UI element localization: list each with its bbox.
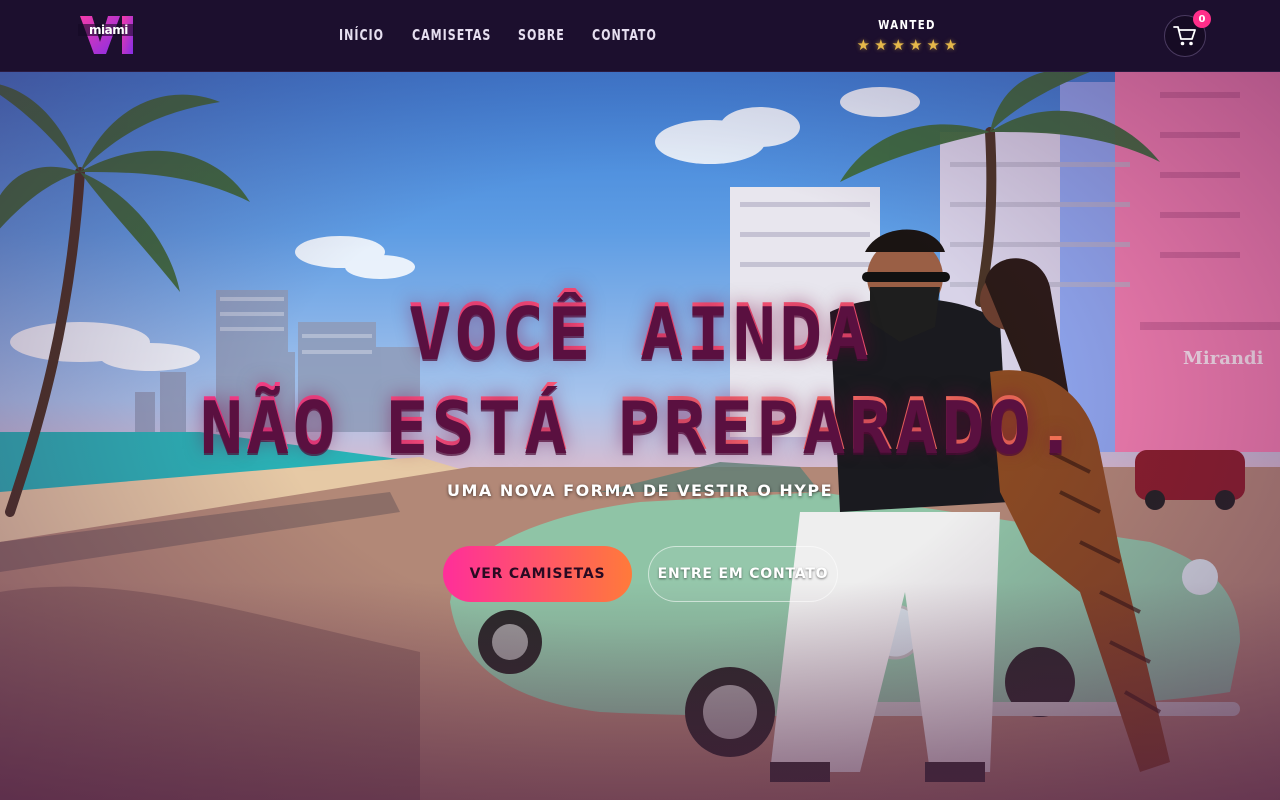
hero-title-line2: NÃO ESTÁ PREPARADO. (0, 382, 1280, 466)
wanted-label: WANTED (878, 18, 936, 32)
star-icon: ★ (891, 36, 905, 54)
main-nav: INÍCIO CAMISETAS SOBRE CONTATO (339, 26, 685, 44)
nav-sobre[interactable]: SOBRE (518, 26, 564, 44)
logo-text: miami (89, 23, 128, 37)
view-shirts-label: VER CAMISETAS (469, 566, 606, 582)
site-header: miami INÍCIO CAMISETAS SOBRE CONTATO WAN… (0, 0, 1280, 72)
nav-camisetas[interactable]: CAMISETAS (412, 26, 490, 44)
cart-count-badge: 0 (1193, 10, 1211, 28)
star-icon: ★ (909, 36, 923, 54)
star-icon: ★ (926, 36, 940, 54)
wanted-level: WANTED ★ ★ ★ ★ ★ ★ (846, 18, 968, 53)
wanted-stars: ★ ★ ★ ★ ★ ★ (846, 37, 968, 53)
contact-label: ENTRE EM CONTATO (657, 566, 829, 582)
nav-inicio[interactable]: INÍCIO (339, 26, 383, 44)
nav-contato[interactable]: CONTATO (592, 26, 656, 44)
star-icon: ★ (874, 36, 888, 54)
contact-button[interactable]: ENTRE EM CONTATO (648, 546, 838, 602)
logo[interactable]: miami (78, 12, 136, 58)
hero-title-line1: VOCÊ AINDA (0, 288, 1280, 372)
view-shirts-button[interactable]: VER CAMISETAS (443, 546, 632, 602)
star-icon: ★ (856, 36, 871, 54)
hero-subtitle: UMA NOVA FORMA DE VESTIR O HYPE (446, 481, 834, 500)
cart-icon (1173, 26, 1196, 46)
star-icon: ★ (943, 36, 958, 54)
